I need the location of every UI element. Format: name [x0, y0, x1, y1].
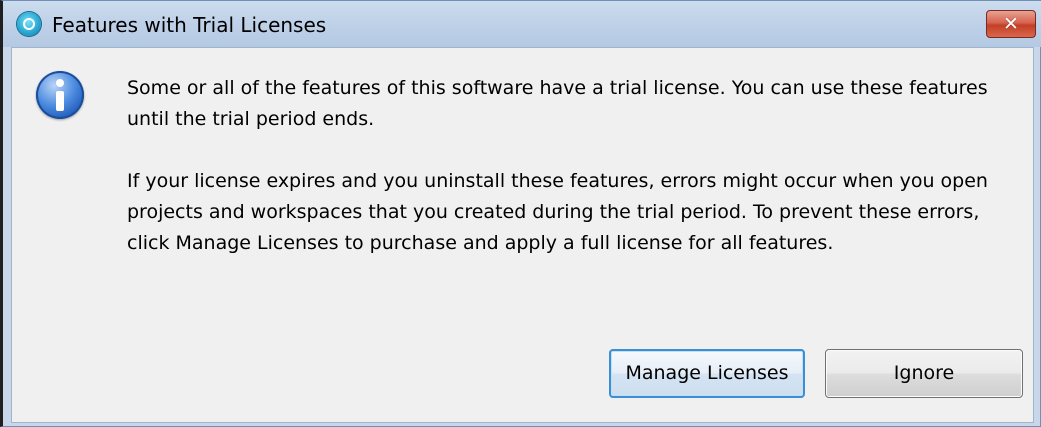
manage-licenses-button[interactable]: Manage Licenses	[609, 349, 805, 398]
title-bar[interactable]: Features with Trial Licenses ✕	[3, 1, 1041, 47]
message-paragraph-1: Some or all of the features of this soft…	[127, 77, 988, 130]
window-title: Features with Trial Licenses	[52, 13, 327, 37]
close-icon: ✕	[1003, 13, 1019, 35]
message-paragraph-2: If your license expires and you uninstal…	[127, 170, 988, 254]
ignore-button[interactable]: Ignore	[825, 349, 1023, 398]
message-body: Some or all of the features of this soft…	[127, 73, 1027, 290]
info-icon	[36, 71, 84, 119]
close-button[interactable]: ✕	[986, 10, 1036, 38]
info-icon-dot	[56, 79, 64, 87]
dialog-window: Features with Trial Licenses ✕ Some or a…	[0, 0, 1041, 427]
app-logo-icon	[17, 12, 41, 36]
dialog-content: Some or all of the features of this soft…	[11, 47, 1034, 423]
info-icon-stem	[56, 91, 64, 111]
